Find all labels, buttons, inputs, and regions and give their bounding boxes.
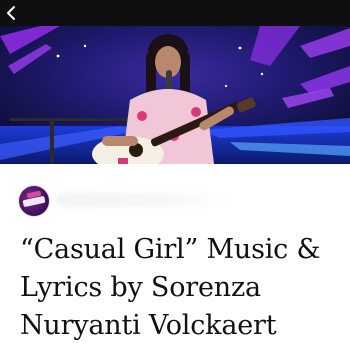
author-name-redacted [56, 193, 232, 207]
back-button[interactable] [2, 3, 22, 23]
top-bar [0, 0, 350, 26]
channel-logo-icon[interactable] [19, 186, 49, 216]
chevron-left-icon [7, 6, 15, 20]
article-title: “Casual Girl” Music & Lyrics by Sorenza … [20, 234, 321, 341]
stage-photo [0, 26, 350, 164]
logo-wordmark [22, 195, 46, 208]
hero-image[interactable] [0, 26, 350, 164]
